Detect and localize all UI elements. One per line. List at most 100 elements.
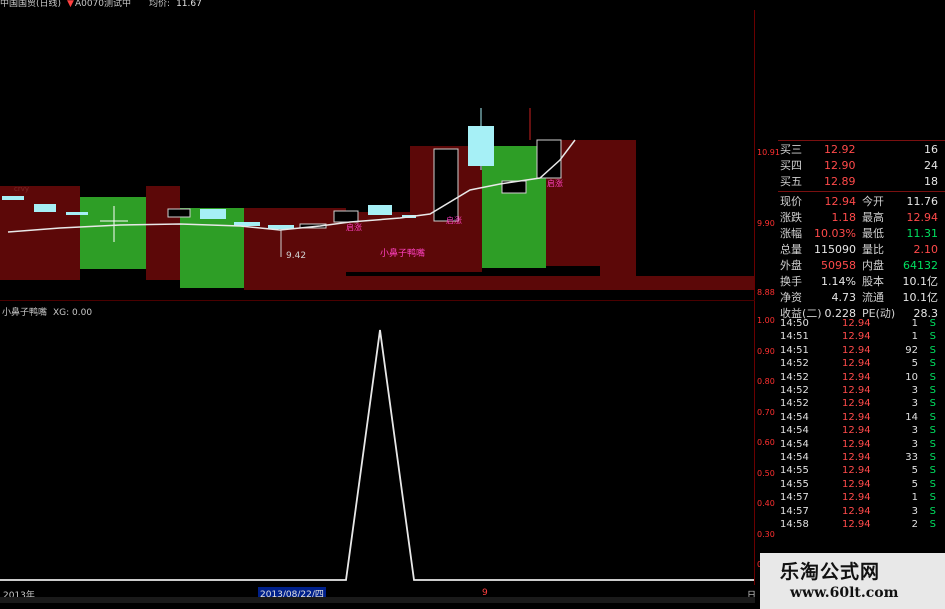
chart-header: 中国国贸(日线) ▼A0070测试中 均价: 11.67 <box>0 0 208 10</box>
trade-volume: 2 <box>911 519 918 530</box>
trade-price: 12.94 <box>842 465 871 477</box>
stat-value: 10.03% <box>814 227 856 240</box>
price-axis-low: 8.88 <box>757 288 775 297</box>
faint-label: crvy <box>14 185 29 193</box>
trade-volume: 3 <box>911 385 918 396</box>
trade-side: S <box>929 411 936 423</box>
trade-row[interactable]: 14:54 12.94 3 S <box>778 438 940 451</box>
trade-row[interactable]: 14:54 12.94 14 S <box>778 411 940 424</box>
stat-value: 12.94 <box>824 195 857 208</box>
trade-price: 12.94 <box>842 358 871 370</box>
trade-side: S <box>929 465 936 477</box>
trade-time: 14:58 <box>780 519 809 530</box>
trade-row[interactable]: 14:52 12.94 3 S <box>778 384 940 397</box>
stat-value: 4.73 <box>831 291 857 304</box>
indicator-axis-tick: 0.70 <box>757 407 775 417</box>
price-axis-mid: 9.90 <box>757 219 775 228</box>
quote-stat-row: 净资 4.73 流通 10.1亿 <box>778 290 940 306</box>
trade-side: S <box>929 505 936 517</box>
bid-row: 买三 12.92 16 <box>778 142 940 158</box>
trade-time: 14:50 <box>780 318 809 329</box>
trade-row[interactable]: 14:55 12.94 5 S <box>778 464 940 477</box>
trade-price: 12.94 <box>842 411 871 423</box>
stat-label-2: 股本 <box>862 275 884 288</box>
bid-price: 12.89 <box>824 175 856 188</box>
trade-volume: 10 <box>905 371 918 383</box>
trade-time: 14:52 <box>780 371 809 383</box>
trade-row[interactable]: 14:52 12.94 5 S <box>778 357 940 370</box>
trade-time: 14:54 <box>780 452 809 463</box>
trade-row[interactable]: 14:54 12.94 3 S <box>778 424 940 437</box>
stat-value-2: 11.31 <box>906 227 939 240</box>
trade-row[interactable]: 14:58 12.94 2 S <box>778 518 940 531</box>
quote-stat-row: 换手 1.14% 股本 10.1亿 <box>778 274 940 290</box>
stat-label: 涨幅 <box>780 227 802 240</box>
quote-stat-row: 现价 12.94 今开 11.76 <box>778 194 940 210</box>
indicator-axis-tick: 0.40 <box>757 499 775 508</box>
stat-value: 1.14% <box>821 275 856 288</box>
indicator-axis-tick: 0.80 <box>757 377 775 386</box>
stat-value-2: 12.94 <box>906 211 939 224</box>
trade-row[interactable]: 14:54 12.94 33 S <box>778 451 940 464</box>
trade-time: 14:57 <box>780 492 809 504</box>
stat-label: 外盘 <box>780 259 802 272</box>
pattern-label: 小鼻子鸭嘴 <box>380 249 426 259</box>
bid-level-label: 买五 <box>780 175 802 188</box>
trade-volume: 5 <box>911 478 918 490</box>
trade-side: S <box>929 344 936 356</box>
trade-time: 14:55 <box>780 465 809 477</box>
trade-time: 14:55 <box>780 478 809 490</box>
trade-volume: 1 <box>911 331 918 343</box>
indicator-axis-tick: 1.00 <box>757 316 775 325</box>
trade-row[interactable]: 14:51 12.94 1 S <box>778 330 940 343</box>
indicator-axis-tick: 0.30 <box>757 529 775 539</box>
trade-side: S <box>929 331 936 343</box>
trade-side: S <box>929 358 936 370</box>
trade-time: 14:52 <box>780 358 809 370</box>
trade-side: S <box>929 371 936 383</box>
bid-volume: 18 <box>924 175 938 188</box>
bid-price: 12.90 <box>824 159 856 172</box>
trade-side: S <box>929 318 936 329</box>
rise-label-1: 启涨 <box>346 223 362 232</box>
trade-row[interactable]: 14:52 12.94 10 S <box>778 371 940 384</box>
trade-price: 12.94 <box>842 385 871 396</box>
trade-side: S <box>929 519 936 530</box>
bid-price: 12.92 <box>824 143 856 156</box>
trade-price: 12.94 <box>842 438 871 450</box>
stat-label: 换手 <box>780 275 802 288</box>
trade-volume: 3 <box>911 398 918 410</box>
stat-label-2: 最低 <box>862 227 884 240</box>
stat-label: 净资 <box>780 291 802 304</box>
avg-price-value: 11.67 <box>176 0 202 9</box>
trade-time: 14:54 <box>780 425 809 437</box>
quote-stat-row: 总量 115090 量比 2.10 <box>778 242 940 258</box>
rise-label-2: 启涨 <box>446 216 462 225</box>
trade-row[interactable]: 14:55 12.94 5 S <box>778 478 940 491</box>
site-watermark: 乐淘公式网 www.60lt.com <box>760 553 945 609</box>
stat-value-2: 10.1亿 <box>902 291 939 304</box>
stat-value-2: 11.76 <box>906 195 939 208</box>
trade-side: S <box>929 425 936 437</box>
watermark-title: 乐淘公式网 <box>780 561 881 583</box>
trade-volume: 1 <box>911 492 918 504</box>
kline-chart[interactable]: crvy <box>0 10 755 300</box>
trade-row[interactable]: 14:51 12.94 92 S <box>778 344 940 357</box>
trade-time: 14:51 <box>780 344 809 356</box>
stat-label: 总量 <box>780 243 802 256</box>
trade-row[interactable]: 14:52 12.94 3 S <box>778 397 940 410</box>
trade-row[interactable]: 14:50 12.94 1 S <box>778 317 940 330</box>
indicator-chart[interactable] <box>0 300 755 586</box>
trade-price: 12.94 <box>842 318 871 329</box>
trade-time: 14:52 <box>780 398 809 410</box>
horizontal-scrollbar[interactable] <box>0 597 755 603</box>
quote-stat-row: 外盘 50958 内盘 64132 <box>778 258 940 274</box>
trade-row[interactable]: 14:57 12.94 3 S <box>778 505 940 518</box>
trade-row[interactable]: 14:57 12.94 1 S <box>778 491 940 504</box>
trade-price: 12.94 <box>842 505 871 517</box>
stock-title: 中国国贸(日线) <box>0 0 62 9</box>
indicator-axis-tick: 0.50 <box>757 468 775 478</box>
trade-volume: 14 <box>905 411 918 423</box>
trade-time: 14:52 <box>780 385 809 396</box>
stat-label-2: 量比 <box>862 243 884 256</box>
